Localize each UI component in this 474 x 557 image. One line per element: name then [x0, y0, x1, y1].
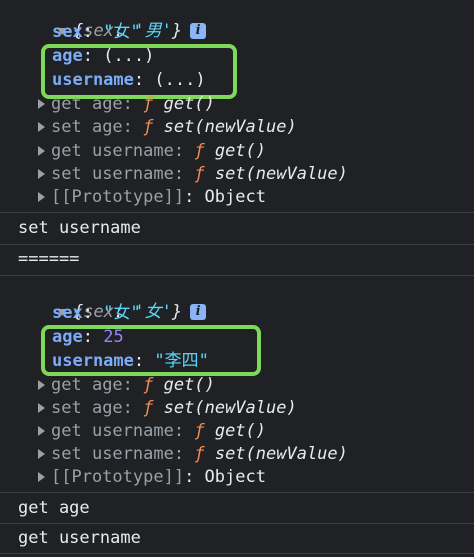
separator	[0, 212, 474, 213]
separator	[0, 275, 474, 276]
log-divider: ======	[18, 249, 80, 269]
expand-right-icon	[38, 449, 45, 459]
accessor-set-age-2[interactable]: set age: ƒ set(newValue)	[38, 397, 474, 420]
expand-right-icon	[38, 426, 45, 436]
separator	[0, 523, 474, 524]
accessor-get-age-1[interactable]: get age: ƒ get()	[38, 93, 474, 116]
expand-right-icon	[38, 169, 45, 179]
log-get-username: get username	[18, 528, 141, 548]
devtools-console: {sex: '男'} i sex: "女" age: (...) username…	[0, 0, 474, 557]
accessor-set-age-1[interactable]: set age: ƒ set(newValue)	[38, 116, 474, 139]
expand-right-icon	[38, 146, 45, 156]
highlight-box-1	[41, 44, 237, 99]
expand-right-icon	[38, 403, 45, 413]
log-set-username: set username	[18, 218, 141, 238]
expand-right-icon	[38, 122, 45, 132]
prototype-row-1[interactable]: [[Prototype]]: Object	[38, 186, 474, 209]
separator	[0, 492, 474, 493]
object-preview-1[interactable]: {sex: '男'} i	[16, 0, 474, 41]
separator	[0, 244, 474, 245]
prop-sex: sex: "女"	[52, 22, 141, 42]
expand-right-icon	[38, 380, 45, 390]
log-get-age: get age	[18, 498, 90, 518]
accessor-get-age-2[interactable]: get age: ƒ get()	[38, 374, 474, 397]
expand-right-icon	[38, 99, 45, 109]
separator	[0, 553, 474, 554]
prop-sex: sex: "女"	[52, 303, 141, 323]
accessor-set-username-1[interactable]: set username: ƒ set(newValue)	[38, 163, 474, 186]
accessor-get-username-1[interactable]: get username: ƒ get()	[38, 140, 474, 163]
expand-right-icon	[38, 192, 45, 202]
highlight-box-2	[41, 325, 261, 376]
prototype-row-2[interactable]: [[Prototype]]: Object	[38, 466, 474, 489]
accessor-set-username-2[interactable]: set username: ƒ set(newValue)	[38, 443, 474, 466]
accessor-get-username-2[interactable]: get username: ƒ get()	[38, 420, 474, 443]
expand-right-icon	[38, 472, 45, 482]
object-preview-2[interactable]: {sex: '女'} i	[16, 278, 474, 322]
